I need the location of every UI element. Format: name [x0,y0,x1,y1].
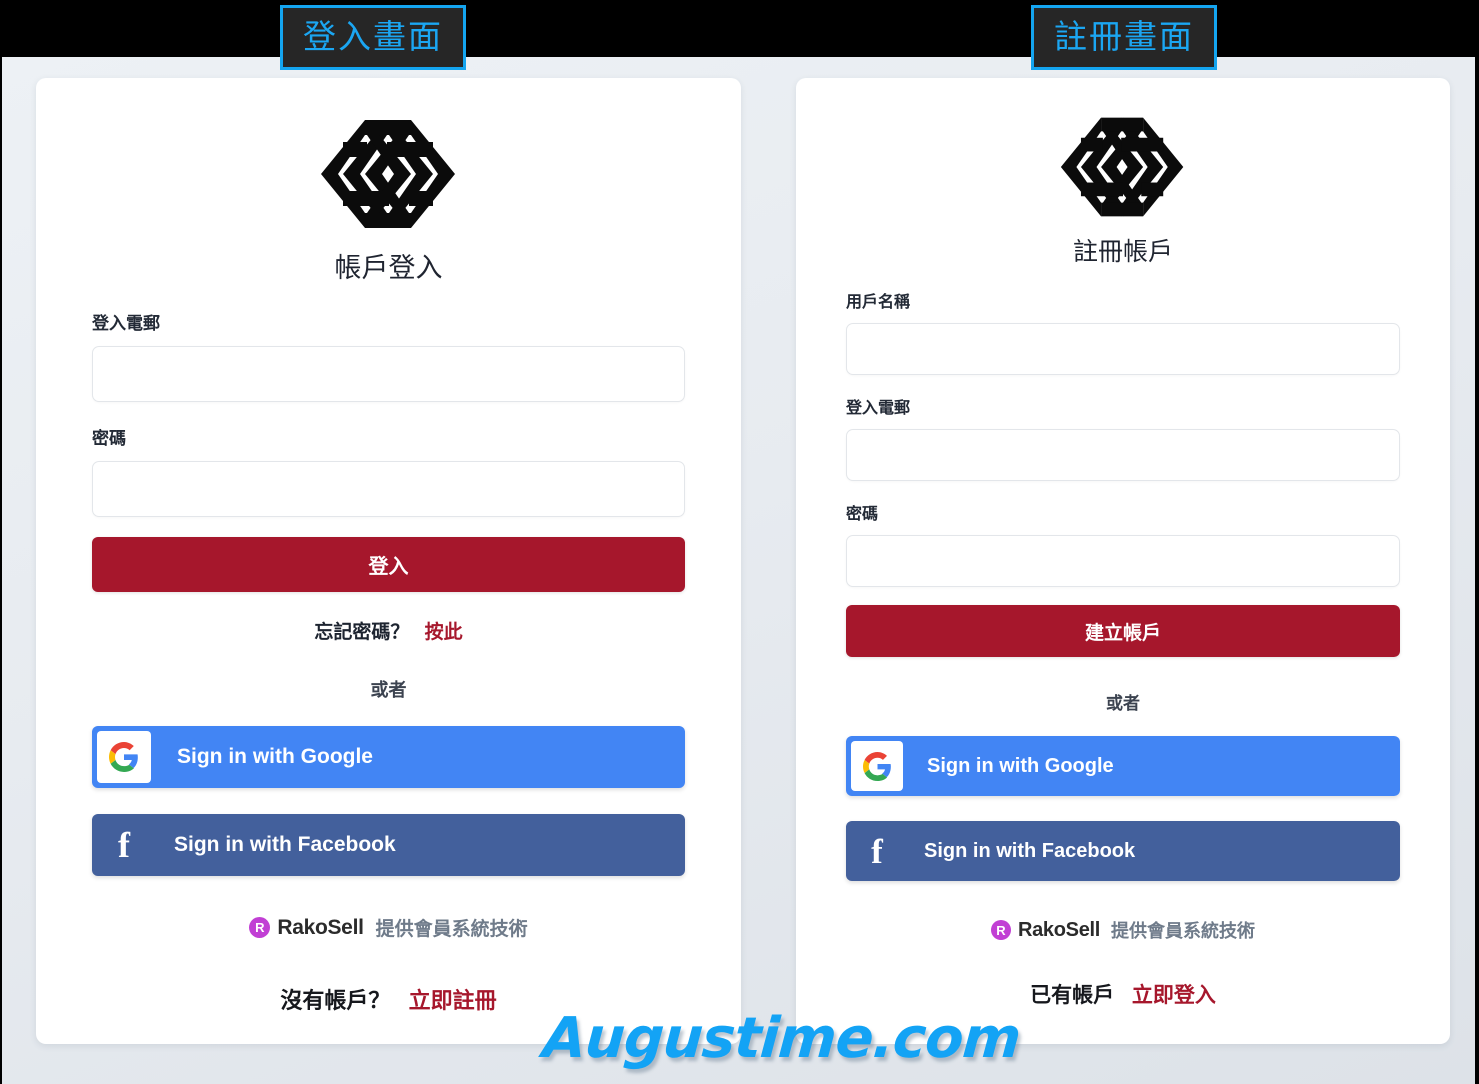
login-email-input[interactable] [92,346,685,402]
rakosell-badge-icon: R [990,920,1011,940]
login-email-label: 登入電郵 [92,314,160,333]
register-google-label: Sign in with Google [927,754,1114,777]
login-submit-button[interactable]: 登入 [92,537,685,592]
forgot-password-prompt: 忘記密碼？ [314,622,410,643]
login-footer-prompt: 沒有帳戶？ [280,988,391,1013]
top-black-band [0,0,1479,57]
register-email-input[interactable] [846,429,1400,481]
screenshot-root: 登入畫面 註冊畫面 帳戶登入 登入電郵 密碼 登入 忘記密碼？ 按此 或者 Si… [0,0,1479,1084]
caption-register-screen: 註冊畫面 [1031,5,1217,70]
register-logo-wrap [846,114,1400,220]
caption-login-screen: 登入畫面 [280,5,466,70]
register-or-divider: 或者 [1106,694,1140,713]
login-facebook-button[interactable]: f Sign in with Facebook [92,814,685,876]
login-google-button[interactable]: Sign in with Google [92,726,685,788]
register-facebook-button[interactable]: f Sign in with Facebook [846,821,1400,881]
register-footer-row: 已有帳戶 立即登入 [846,979,1400,1009]
register-google-button[interactable]: Sign in with Google [846,736,1400,796]
google-g-icon [97,731,151,783]
register-powered-by-row: R RakoSell 提供會員系統技術 [846,917,1400,943]
forgot-password-link[interactable]: 按此 [425,622,463,643]
rakosell-brand-name: RakoSell [277,915,364,939]
login-or-divider: 或者 [370,680,407,700]
register-card: 註冊帳戶 用戶名稱 登入電郵 密碼 建立帳戶 或者 Sign in with G… [796,78,1450,1044]
register-email-label: 登入電郵 [846,400,911,417]
rakosell-tagline: 提供會員系統技術 [375,919,528,940]
register-footer-prompt: 已有帳戶 [1030,984,1115,1007]
google-g-icon [851,741,903,791]
site-watermark: Augustime.com [540,1006,1023,1071]
login-logo-wrap [92,116,685,232]
forgot-password-row: 忘記密碼？ 按此 [92,617,685,644]
go-to-register-link[interactable]: 立即註冊 [409,988,497,1013]
rakosell-tagline: 提供會員系統技術 [1111,921,1256,941]
google-g-glyph [109,742,138,772]
login-password-label: 密碼 [92,429,126,448]
login-title: 帳戶登入 [334,253,443,283]
login-password-input[interactable] [92,461,685,517]
google-g-glyph [862,751,891,781]
register-username-input[interactable] [846,323,1400,375]
register-facebook-label: Sign in with Facebook [924,839,1136,862]
facebook-f-icon: f [871,831,883,871]
register-submit-button[interactable]: 建立帳戶 [846,605,1400,657]
company-hexagon-logo [1060,117,1184,217]
register-password-input[interactable] [846,535,1400,587]
rakosell-brand-name: RakoSell [1017,918,1101,941]
facebook-f-icon: f [118,825,130,865]
register-password-label: 密碼 [846,506,879,523]
login-facebook-label: Sign in with Facebook [174,833,396,856]
login-google-label: Sign in with Google [177,745,373,768]
register-title: 註冊帳戶 [1072,238,1173,266]
login-card: 帳戶登入 登入電郵 密碼 登入 忘記密碼？ 按此 或者 Sign in with… [36,78,741,1044]
company-hexagon-logo [320,120,455,228]
rakosell-badge-icon: R [249,917,271,938]
login-powered-by-row: R RakoSell 提供會員系統技術 [92,914,685,941]
register-username-label: 用戶名稱 [846,294,911,311]
go-to-login-link[interactable]: 立即登入 [1132,984,1216,1007]
